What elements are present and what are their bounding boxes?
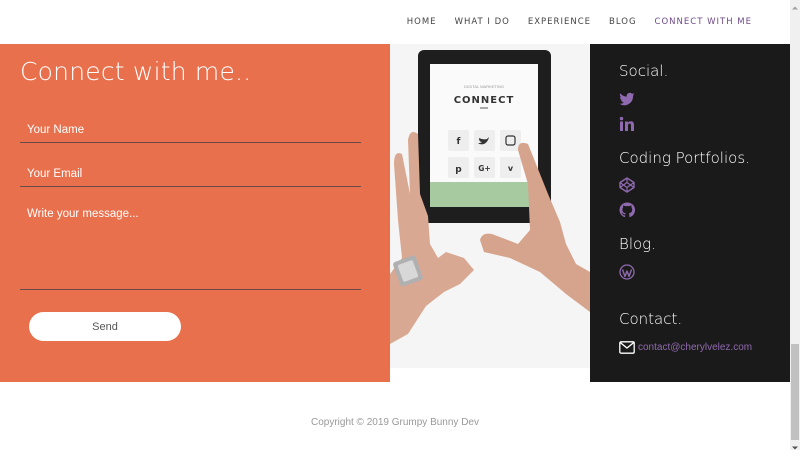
envelope-icon bbox=[619, 341, 635, 354]
nav-home[interactable]: HOME bbox=[407, 17, 437, 27]
svg-text:v: v bbox=[508, 164, 514, 173]
form-title: Connect with me.. bbox=[20, 57, 252, 86]
github-icon[interactable] bbox=[619, 202, 635, 218]
svg-text:p: p bbox=[455, 165, 462, 175]
contact-heading: Contact. bbox=[619, 310, 683, 328]
name-field bbox=[20, 117, 361, 143]
footer: Copyright © 2019 Grumpy Bunny Dev bbox=[0, 382, 790, 450]
message-field bbox=[20, 204, 361, 290]
email-address[interactable]: contact@cherylvelez.com bbox=[638, 342, 752, 353]
social-heading: Social. bbox=[619, 62, 669, 80]
social-panel: Social. Coding Portfolios. Blog. Contact… bbox=[590, 44, 790, 382]
tablet-heading: CONNECT bbox=[454, 95, 515, 106]
coding-portfolios-heading: Coding Portfolios. bbox=[619, 149, 750, 167]
scroll-down-arrow[interactable] bbox=[790, 440, 800, 450]
message-textarea[interactable] bbox=[20, 204, 361, 289]
tablet-photo-illustration: DIGITAL MARKETING CONNECT f p G+ v bbox=[390, 44, 590, 368]
twitter-icon[interactable] bbox=[619, 91, 635, 107]
contact-form-panel: Connect with me.. Send bbox=[0, 44, 390, 382]
nav-blog[interactable]: BLOG bbox=[609, 17, 637, 27]
contact-section: Connect with me.. Send DIGITAL MARKETING… bbox=[0, 44, 790, 382]
vertical-scrollbar[interactable] bbox=[790, 0, 800, 450]
email-input[interactable] bbox=[20, 161, 361, 186]
svg-text:G+: G+ bbox=[478, 164, 490, 173]
name-input[interactable] bbox=[20, 117, 361, 142]
blog-heading: Blog. bbox=[619, 235, 656, 253]
codepen-icon[interactable] bbox=[619, 177, 635, 193]
nav-what-i-do[interactable]: WHAT I DO bbox=[455, 17, 510, 27]
nav-experience[interactable]: EXPERIENCE bbox=[528, 17, 591, 27]
email-field bbox=[20, 161, 361, 187]
linkedin-icon[interactable] bbox=[619, 116, 635, 132]
send-button[interactable]: Send bbox=[29, 312, 181, 341]
nav-connect-with-me[interactable]: CONNECT WITH ME bbox=[655, 17, 752, 27]
tablet-photo: DIGITAL MARKETING CONNECT f p G+ v bbox=[390, 44, 590, 368]
svg-text:f: f bbox=[457, 137, 461, 147]
navbar: HOME WHAT I DO EXPERIENCE BLOG CONNECT W… bbox=[0, 0, 790, 44]
wordpress-icon[interactable] bbox=[619, 264, 635, 280]
copyright-text: Copyright © 2019 Grumpy Bunny Dev bbox=[310, 417, 479, 428]
nav-links: HOME WHAT I DO EXPERIENCE BLOG CONNECT W… bbox=[407, 0, 752, 44]
email-contact-link[interactable]: contact@cherylvelez.com bbox=[619, 341, 752, 354]
scrollbar-thumb[interactable] bbox=[791, 344, 799, 440]
scroll-up-arrow[interactable] bbox=[790, 0, 800, 10]
tablet-small-text: DIGITAL MARKETING bbox=[464, 84, 504, 89]
